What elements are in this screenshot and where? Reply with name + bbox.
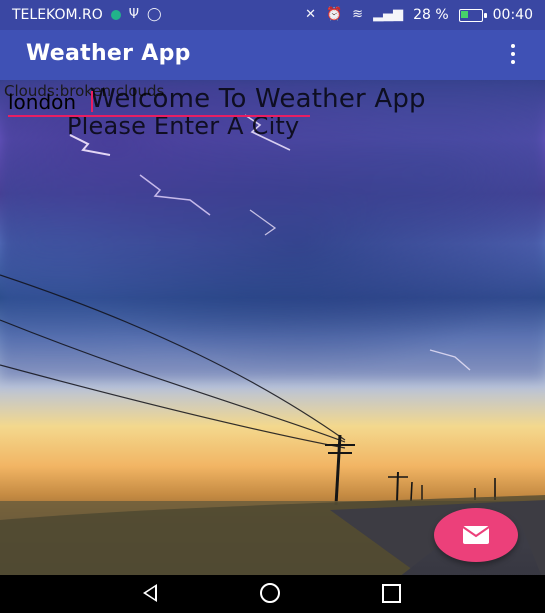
mute-icon: ✕ — [305, 7, 316, 22]
content-area — [0, 80, 545, 575]
system-nav-bar — [0, 575, 545, 613]
status-right: ✕ ⏰ ≋ ▂▄▆ 28 % 00:40 — [305, 7, 533, 23]
overflow-menu-icon[interactable] — [501, 42, 525, 68]
app-title: Weather App — [26, 41, 191, 66]
time-label: 00:40 — [492, 7, 533, 23]
city-input-underline — [8, 115, 310, 117]
battery-text: 28 % — [413, 7, 449, 23]
back-icon[interactable] — [143, 584, 157, 602]
recent-apps-icon[interactable] — [382, 584, 401, 603]
alarm-icon: ⏰ — [325, 7, 343, 22]
whatsapp-icon: ◯ — [147, 7, 162, 22]
send-fab-button[interactable] — [434, 508, 518, 562]
mail-icon — [462, 526, 490, 544]
status-bar: TELEKOM.RO Ψ ◯ ✕ ⏰ ≋ ▂▄▆ 28 % 00:40 — [0, 0, 545, 30]
carrier-label: TELEKOM.RO — [12, 7, 103, 23]
status-left: TELEKOM.RO Ψ ◯ — [12, 7, 162, 23]
powerlines-scene — [0, 114, 545, 575]
usb-icon: Ψ — [128, 7, 139, 22]
text-caret — [91, 91, 93, 112]
city-input[interactable] — [8, 88, 308, 116]
app-bar: Weather App — [0, 30, 545, 80]
home-icon[interactable] — [260, 583, 280, 603]
battery-icon — [458, 8, 487, 22]
wifi-icon: ≋ — [352, 7, 364, 22]
carrier-dot-icon — [110, 10, 121, 20]
signal-icon: ▂▄▆ — [373, 7, 404, 22]
